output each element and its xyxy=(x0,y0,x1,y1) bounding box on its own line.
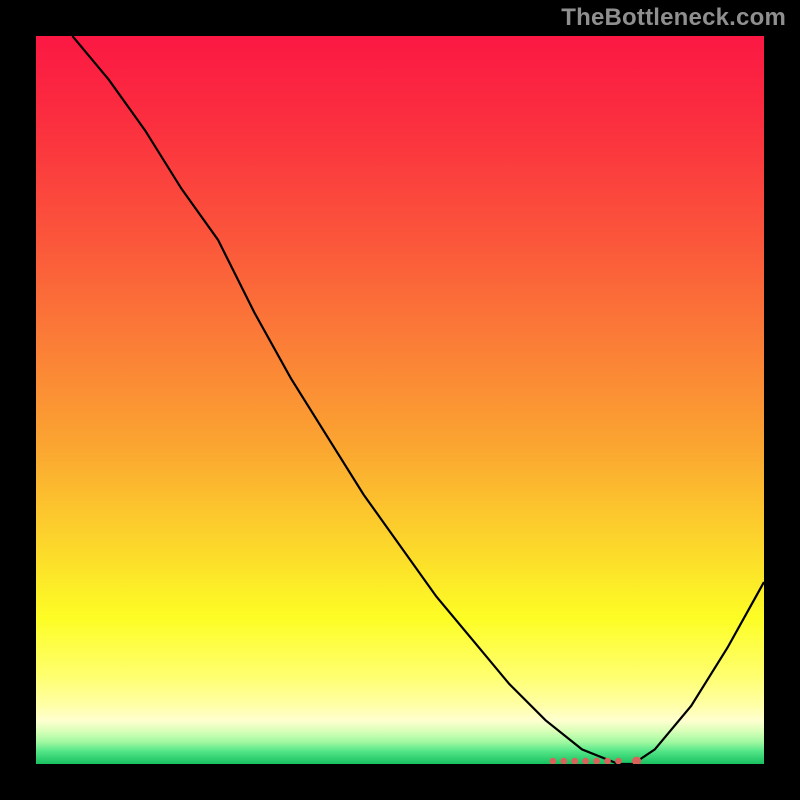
watermark-text: TheBottleneck.com xyxy=(561,4,786,32)
marker-dot xyxy=(582,758,589,764)
chart-container: TheBottleneck.com xyxy=(0,0,800,800)
marker-dot xyxy=(593,758,600,764)
plot-area xyxy=(36,36,764,764)
marker-dot xyxy=(615,758,622,764)
curve-layer xyxy=(36,36,764,764)
marker-dot xyxy=(571,758,578,764)
marker-dot xyxy=(550,758,557,764)
marker-dot xyxy=(632,757,641,764)
marker-dot xyxy=(561,758,568,764)
bottom-markers xyxy=(550,757,641,764)
bottleneck-curve xyxy=(72,36,764,764)
